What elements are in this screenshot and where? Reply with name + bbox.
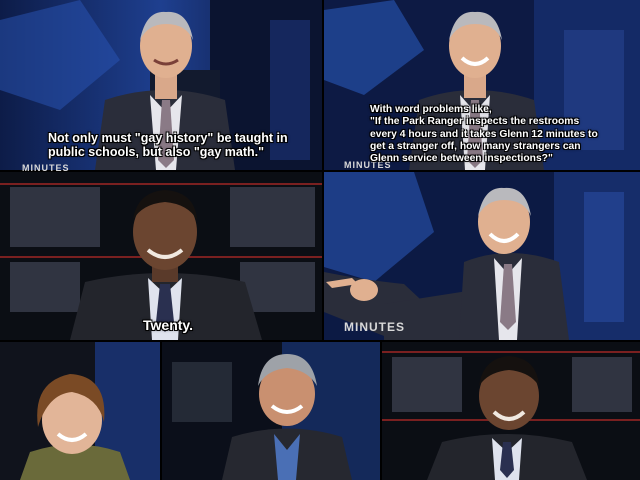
- panel-host-pointing-image: [324, 172, 640, 340]
- panel-host-pointing: [324, 172, 640, 340]
- show-lower-third-partial: MINUTES: [22, 163, 70, 171]
- panel-guest-laughing-left-image: [0, 342, 160, 480]
- meme-collage: MINUTES MINUTES MINUTES Not only must "g…: [0, 0, 640, 480]
- caption-word-problem: With word problems like, "If the Park Ra…: [370, 104, 598, 165]
- panel-guest-answer-image: [0, 172, 322, 340]
- panel-guest-answer: [0, 172, 322, 340]
- caption-answer: Twenty.: [143, 317, 194, 333]
- panel-guest-laughing-middle-image: [162, 342, 380, 480]
- panel-guest-laughing-right: [382, 342, 640, 480]
- caption-joke: Not only must "gay history" be taught in…: [48, 131, 288, 160]
- panel-guest-laughing-left: [0, 342, 160, 480]
- panel-guest-laughing-middle: [162, 342, 380, 480]
- panel-guest-laughing-right-image: [382, 342, 640, 480]
- show-lower-third: MINUTES: [344, 320, 405, 334]
